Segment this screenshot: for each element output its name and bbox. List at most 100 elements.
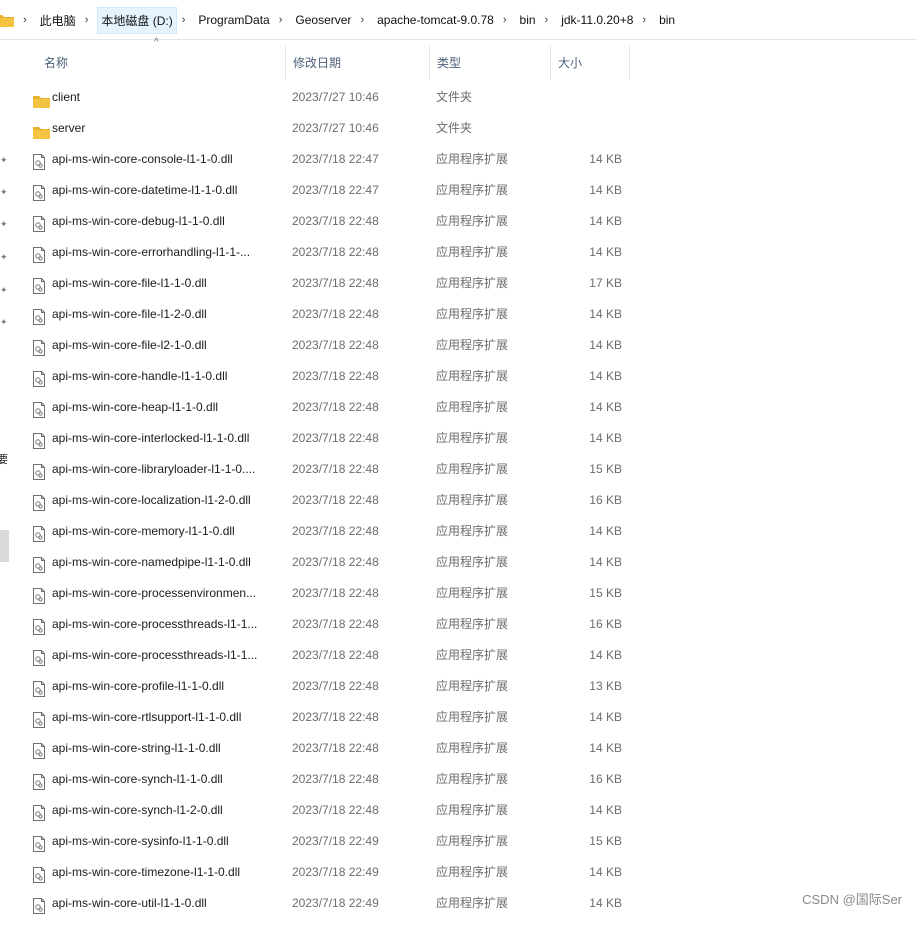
- file-name[interactable]: api-ms-win-core-localization-l1-2-0.dll: [52, 485, 284, 516]
- file-size: 16 KB: [589, 493, 622, 507]
- pin-icon[interactable]: ✦: [0, 188, 8, 197]
- file-name[interactable]: api-ms-win-core-synch-l1-2-0.dll: [52, 795, 284, 826]
- file-type: 应用程序扩展: [436, 617, 509, 631]
- file-row[interactable]: api-ms-win-core-localization-l1-2-0.dll 2…: [27, 485, 631, 516]
- nav-item-label[interactable]: 要: [0, 451, 8, 467]
- file-name[interactable]: api-ms-win-core-file-l1-2-0.dll: [52, 299, 284, 330]
- file-row[interactable]: api-ms-win-core-string-l1-1-0.dll 2023/7/…: [27, 733, 631, 764]
- file-row[interactable]: api-ms-win-core-sysinfo-l1-1-0.dll 2023/7…: [27, 826, 631, 857]
- file-date: 2023/7/18 22:48: [292, 214, 379, 228]
- file-row[interactable]: api-ms-win-core-file-l2-1-0.dll 2023/7/18…: [27, 330, 631, 361]
- file-name[interactable]: api-ms-win-core-namedpipe-l1-1-0.dll: [52, 547, 284, 578]
- breadcrumb-chevron-icon[interactable]: ›: [177, 14, 195, 26]
- file-name[interactable]: api-ms-win-core-rtlsupport-l1-1-0.dll: [52, 702, 284, 733]
- file-name[interactable]: api-ms-win-core-processthreads-l1-1...: [52, 640, 284, 671]
- file-name[interactable]: api-ms-win-core-console-l1-1-0.dll: [52, 144, 284, 175]
- breadcrumb-chevron-icon[interactable]: ›: [498, 14, 516, 26]
- file-name[interactable]: api-ms-win-core-debug-l1-1-0.dll: [52, 206, 284, 237]
- file-name[interactable]: api-ms-win-core-memory-l1-1-0.dll: [52, 516, 284, 547]
- folder-row[interactable]: client 2023/7/27 10:46 文件夹: [27, 82, 631, 113]
- breadcrumb-item[interactable]: 本地磁盘 (D:): [97, 6, 177, 34]
- pin-icon[interactable]: ✦: [0, 286, 8, 295]
- pin-icon[interactable]: ✦: [0, 253, 8, 262]
- file-name[interactable]: api-ms-win-core-string-l1-1-0.dll: [52, 733, 284, 764]
- breadcrumb-chevron-icon[interactable]: ›: [540, 14, 558, 26]
- file-size: 14 KB: [589, 896, 622, 910]
- column-header-name[interactable]: 名称: [27, 46, 286, 80]
- file-row[interactable]: api-ms-win-core-datetime-l1-1-0.dll 2023/…: [27, 175, 631, 206]
- file-row[interactable]: api-ms-win-core-libraryloader-l1-1-0....…: [27, 454, 631, 485]
- pin-icon[interactable]: ✦: [0, 220, 8, 229]
- navigation-pane[interactable]: ✦ ✦ ✦ ✦ ✦ ✦ 要: [0, 40, 12, 916]
- file-row[interactable]: api-ms-win-core-handle-l1-1-0.dll 2023/7/…: [27, 361, 631, 392]
- column-header-size[interactable]: 大小: [551, 46, 630, 80]
- file-row[interactable]: api-ms-win-core-memory-l1-1-0.dll 2023/7/…: [27, 516, 631, 547]
- file-row[interactable]: api-ms-win-core-processthreads-l1-1... 20…: [27, 609, 631, 640]
- file-type: 应用程序扩展: [436, 586, 509, 600]
- file-name[interactable]: api-ms-win-core-synch-l1-1-0.dll: [52, 764, 284, 795]
- file-type: 应用程序扩展: [436, 214, 509, 228]
- file-name[interactable]: api-ms-win-core-heap-l1-1-0.dll: [52, 392, 284, 423]
- file-row[interactable]: api-ms-win-core-heap-l1-1-0.dll 2023/7/18…: [27, 392, 631, 423]
- column-header-type[interactable]: 类型: [430, 46, 551, 80]
- file-name[interactable]: api-ms-win-core-processthreads-l1-1...: [52, 609, 284, 640]
- file-row[interactable]: api-ms-win-core-synch-l1-2-0.dll 2023/7/1…: [27, 795, 631, 826]
- pin-icon[interactable]: ✦: [0, 156, 8, 165]
- file-name[interactable]: api-ms-win-core-profile-l1-1-0.dll: [52, 671, 284, 702]
- file-type: 文件夹: [436, 90, 473, 104]
- file-name[interactable]: api-ms-win-core-file-l1-1-0.dll: [52, 268, 284, 299]
- breadcrumb-item[interactable]: jdk-11.0.20+8: [557, 8, 637, 32]
- file-type: 应用程序扩展: [436, 679, 509, 693]
- file-row[interactable]: api-ms-win-core-synch-l1-1-0.dll 2023/7/1…: [27, 764, 631, 795]
- breadcrumb-chevron-icon[interactable]: ›: [637, 14, 655, 26]
- file-name[interactable]: client: [52, 82, 284, 113]
- file-row[interactable]: api-ms-win-core-errorhandling-l1-1-... 20…: [27, 237, 631, 268]
- file-name[interactable]: api-ms-win-core-datetime-l1-1-0.dll: [52, 175, 284, 206]
- breadcrumb-item[interactable]: Geoserver: [291, 8, 355, 32]
- file-row[interactable]: api-ms-win-core-namedpipe-l1-1-0.dll 2023…: [27, 547, 631, 578]
- file-row[interactable]: api-ms-win-core-console-l1-1-0.dll 2023/7…: [27, 144, 631, 175]
- file-name[interactable]: api-ms-win-core-handle-l1-1-0.dll: [52, 361, 284, 392]
- breadcrumb-chevron-icon[interactable]: ›: [18, 14, 36, 26]
- file-row[interactable]: api-ms-win-core-timezone-l1-1-0.dll 2023/…: [27, 857, 631, 888]
- breadcrumb-chevron-icon[interactable]: ›: [274, 14, 292, 26]
- file-row[interactable]: api-ms-win-core-rtlsupport-l1-1-0.dll 202…: [27, 702, 631, 733]
- file-name[interactable]: api-ms-win-core-file-l2-1-0.dll: [52, 330, 284, 361]
- file-name[interactable]: api-ms-win-core-libraryloader-l1-1-0....: [52, 454, 284, 485]
- file-row[interactable]: api-ms-win-core-util-l1-1-0.dll 2023/7/18…: [27, 888, 631, 919]
- breadcrumb-item[interactable]: bin: [655, 8, 679, 32]
- file-name[interactable]: server: [52, 113, 284, 144]
- file-row[interactable]: api-ms-win-core-profile-l1-1-0.dll 2023/7…: [27, 671, 631, 702]
- file-name[interactable]: api-ms-win-core-sysinfo-l1-1-0.dll: [52, 826, 284, 857]
- file-name[interactable]: api-ms-win-core-processenvironmen...: [52, 578, 284, 609]
- file-row[interactable]: api-ms-win-core-processenvironmen... 2023…: [27, 578, 631, 609]
- breadcrumb-chevron-icon[interactable]: ›: [355, 14, 373, 26]
- file-name[interactable]: api-ms-win-core-interlocked-l1-1-0.dll: [52, 423, 284, 454]
- nav-selection-bar: [0, 530, 9, 562]
- file-row[interactable]: api-ms-win-core-debug-l1-1-0.dll 2023/7/1…: [27, 206, 631, 237]
- breadcrumb-chevron-icon[interactable]: ›: [80, 14, 98, 26]
- address-bar[interactable]: › 此电脑 › 本地磁盘 (D:) › ProgramData › Geoserver › apa…: [0, 0, 917, 40]
- file-date: 2023/7/18 22:48: [292, 369, 379, 383]
- breadcrumb-item[interactable]: bin: [516, 8, 540, 32]
- file-name[interactable]: api-ms-win-core-timezone-l1-1-0.dll: [52, 857, 284, 888]
- file-name[interactable]: api-ms-win-core-errorhandling-l1-1-...: [52, 237, 284, 268]
- file-row[interactable]: api-ms-win-core-processthreads-l1-1... 20…: [27, 640, 631, 671]
- file-row[interactable]: api-ms-win-core-file-l1-2-0.dll 2023/7/18…: [27, 299, 631, 330]
- breadcrumb-item[interactable]: ProgramData: [194, 8, 273, 32]
- column-header-date[interactable]: 修改日期: [286, 46, 430, 80]
- folder-row[interactable]: server 2023/7/27 10:46 文件夹: [27, 113, 631, 144]
- file-row[interactable]: api-ms-win-core-interlocked-l1-1-0.dll 20…: [27, 423, 631, 454]
- file-type: 应用程序扩展: [436, 803, 509, 817]
- pin-icon[interactable]: ✦: [0, 318, 8, 327]
- breadcrumb-item[interactable]: apache-tomcat-9.0.78: [373, 8, 498, 32]
- file-date: 2023/7/27 10:46: [292, 90, 379, 104]
- file-row[interactable]: api-ms-win-core-file-l1-1-0.dll 2023/7/18…: [27, 268, 631, 299]
- file-name[interactable]: api-ms-win-core-util-l1-1-0.dll: [52, 888, 284, 919]
- file-size: 15 KB: [589, 834, 622, 848]
- file-type: 应用程序扩展: [436, 183, 509, 197]
- file-size: 14 KB: [589, 431, 622, 445]
- column-header-row: ^ 名称 修改日期 类型 大小: [27, 37, 631, 80]
- breadcrumb-item[interactable]: 此电脑: [36, 7, 80, 34]
- file-type: 应用程序扩展: [436, 276, 509, 290]
